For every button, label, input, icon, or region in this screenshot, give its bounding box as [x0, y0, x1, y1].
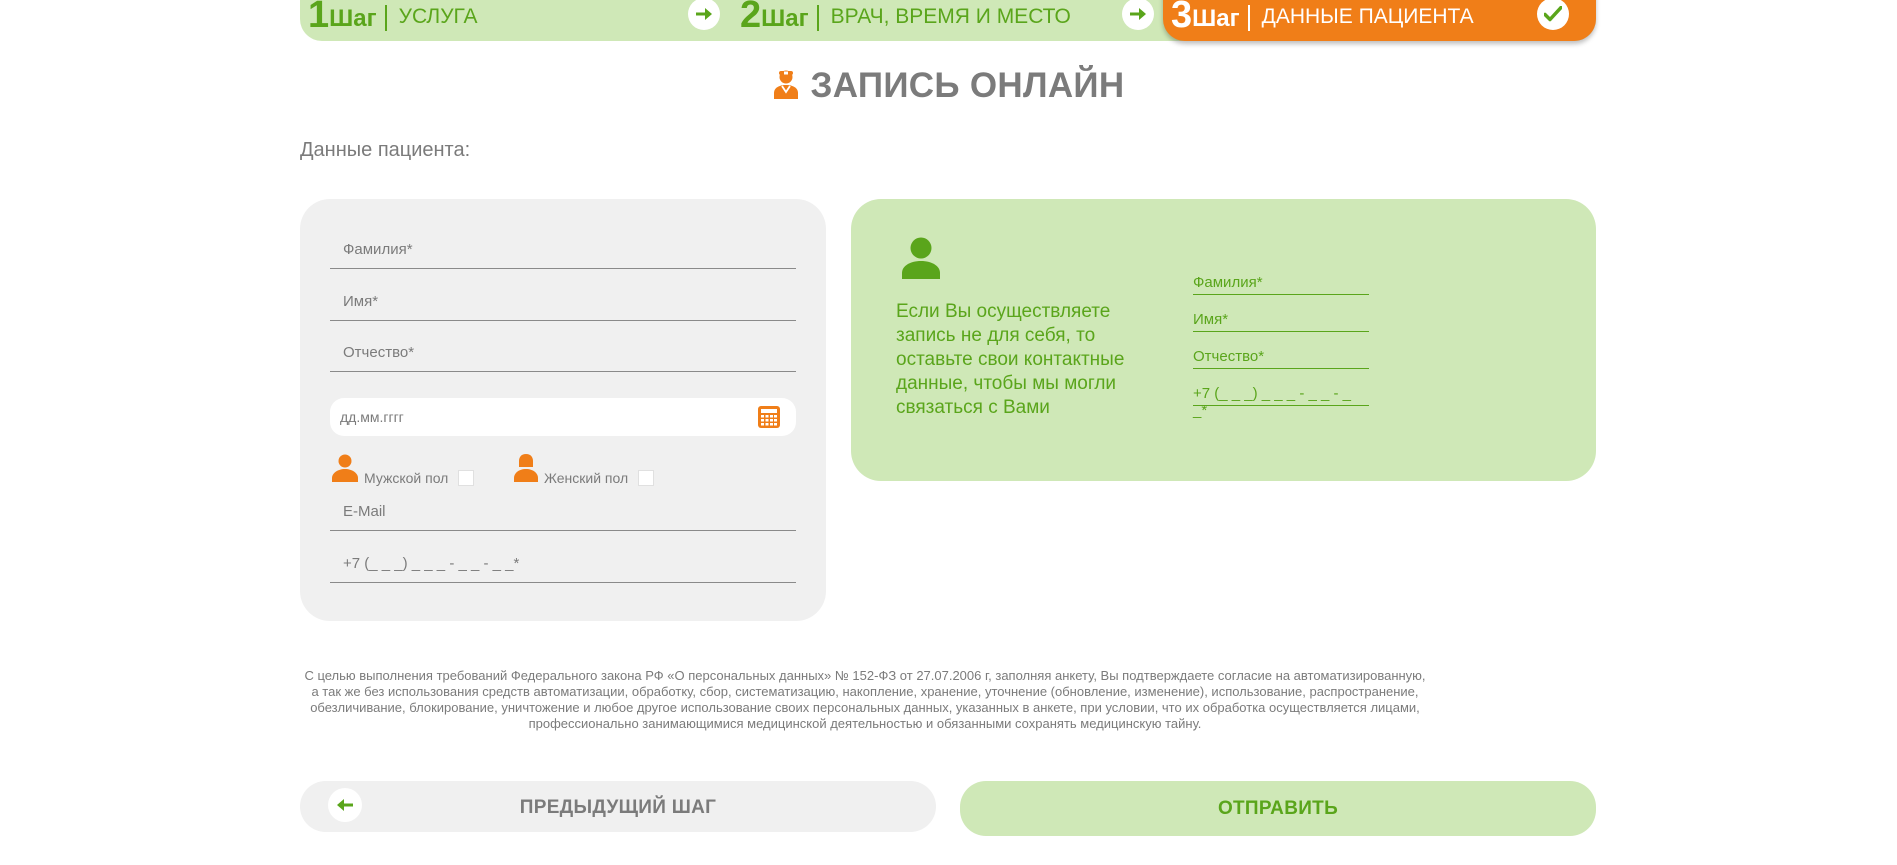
legal-notice: С целью выполнения требований Федерально… — [304, 668, 1426, 731]
step-3-word: Шаг — [1192, 4, 1240, 32]
contact-phone-field[interactable]: +7 (_ _ _) _ _ _ - _ _ - _ _* — [1193, 376, 1369, 419]
male-label: Мужской пол — [364, 470, 449, 486]
last-name-field[interactable]: Фамилия* — [330, 227, 796, 269]
prev-step-label: ПРЕДЫДУЩИЙ ШАГ — [519, 797, 717, 818]
contact-middle-name-field[interactable]: Отчество* — [1193, 339, 1369, 369]
send-button[interactable]: ОТПРАВИТЬ — [960, 781, 1596, 836]
email-field[interactable]: E-Mail — [330, 489, 796, 531]
birth-date-placeholder: дд.мм.гггг — [340, 409, 404, 425]
step-3-separator — [1247, 4, 1250, 31]
calendar-icon[interactable] — [758, 406, 780, 433]
gender-male: Мужской пол — [332, 454, 475, 487]
step-3-number: 3 — [1171, 0, 1192, 36]
birth-date-field[interactable]: дд.мм.гггг — [330, 398, 796, 436]
page-title: ЗАПИСЬ ОНЛАЙН — [810, 66, 1125, 105]
step-2-number: 2 — [740, 0, 761, 36]
arrow-right-icon — [688, 0, 720, 30]
section-label: Данные пациента: — [300, 139, 471, 161]
male-checkbox[interactable] — [458, 470, 475, 486]
contact-note: Если Вы осуществляете запись не для себя… — [896, 301, 1125, 418]
middle-name-field[interactable]: Отчество* — [330, 330, 796, 372]
checkmark-icon — [1537, 0, 1569, 30]
contact-last-name-field[interactable]: Фамилия* — [1193, 265, 1369, 295]
step-1-number: 1 — [308, 0, 329, 36]
female-label: Женский пол — [544, 470, 629, 486]
step-1-label: УСЛУГА — [398, 4, 478, 28]
step-2-word: Шаг — [761, 4, 809, 32]
prev-step-button[interactable]: ПРЕДЫДУЩИЙ ШАГ — [300, 781, 936, 832]
arrow-right-icon — [1122, 0, 1154, 30]
female-person-icon — [514, 454, 538, 487]
contact-form: Если Вы осуществляете запись не для себя… — [851, 199, 1596, 481]
step-2-separator — [816, 4, 819, 31]
step-1-word: Шаг — [329, 4, 377, 32]
page-header: ЗАПИСЬ ОНЛАЙН — [0, 66, 1897, 106]
patient-form: Фамилия* Имя* Отчество* дд.мм.гггг Мужск… — [300, 199, 826, 621]
step-3: 3 Шаг ДАННЫЕ ПАЦИЕНТА — [1171, 0, 1474, 41]
step-2[interactable]: 2 Шаг ВРАЧ, ВРЕМЯ И МЕСТО — [740, 0, 1071, 41]
male-person-icon — [332, 454, 358, 487]
send-label: ОТПРАВИТЬ — [1217, 798, 1339, 819]
doctor-icon — [773, 69, 799, 104]
first-name-field[interactable]: Имя* — [330, 279, 796, 321]
step-3-active[interactable]: 3 Шаг ДАННЫЕ ПАЦИЕНТА — [1163, 0, 1596, 41]
contact-first-name-field[interactable]: Имя* — [1193, 302, 1369, 332]
step-1-separator — [384, 4, 387, 31]
gender-female: Женский пол — [514, 454, 655, 487]
step-2-label: ВРАЧ, ВРЕМЯ И МЕСТО — [830, 4, 1071, 28]
phone-field[interactable]: +7 (_ _ _) _ _ _ - _ _ - _ _* — [330, 541, 796, 583]
step-3-label: ДАННЫЕ ПАЦИЕНТА — [1261, 4, 1474, 28]
female-checkbox[interactable] — [638, 470, 655, 486]
step-1[interactable]: 1 Шаг УСЛУГА — [308, 0, 478, 41]
person-icon — [902, 237, 940, 284]
